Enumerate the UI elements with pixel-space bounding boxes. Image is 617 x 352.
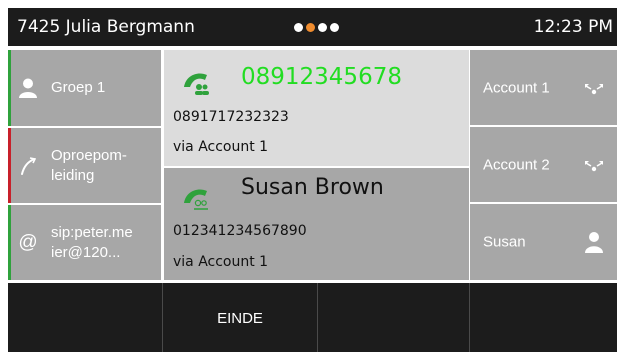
conference-icon [585,83,603,94]
label-line: Groep 1 [51,79,106,96]
line-key-label: Groep 1 [51,78,105,98]
call-item-active[interactable]: 08912345678 0891717232323 via Account 1 [164,50,469,166]
account-key-2[interactable]: Account 2 [470,127,617,202]
page-dot[interactable] [330,23,339,32]
softkey-bar: EINDE [8,283,617,352]
caller-number: 0891717232323 [173,109,289,125]
account-label: Account 2 [483,156,550,173]
status-bar: 7425 Julia Bergmann 12:23 PM [8,8,617,46]
call-item-held[interactable]: Susan Brown 012341234567890 via Account … [164,168,469,280]
page-dot[interactable] [294,23,303,32]
clock: 12:23 PM [533,17,613,37]
contact-label: Susan [483,233,526,251]
call-account: via Account 1 [173,254,269,270]
line-key-label: Oproepom- leiding [51,146,127,186]
at-icon: @ [18,231,38,253]
label-line: Oproepom- [51,146,127,164]
held-call-icon [184,189,208,210]
line-key-call-forwarding[interactable]: Oproepom- leiding [8,128,161,203]
end-call-button[interactable]: EINDE [163,283,318,352]
contact-key-susan[interactable]: Susan [470,204,617,280]
label-line: leiding [51,166,95,184]
user-label: 7425 Julia Bergmann [17,17,195,37]
call-forward-icon [19,155,37,177]
phone-screen: 7425 Julia Bergmann 12:23 PM Groep 1 Opr… [0,0,617,352]
conference-icon [585,160,603,171]
softkey-3[interactable] [318,283,470,352]
page-indicator [294,23,342,32]
caller-name: 08912345678 [241,64,402,90]
line-key-label: sip:peter.me ier@120... [51,223,133,263]
person-icon [585,232,603,253]
caller-name: Susan Brown [241,175,384,200]
label-line: ier@120... [51,243,121,261]
active-call-icon [184,73,209,95]
call-account: via Account 1 [173,139,269,155]
page-dot-active[interactable] [306,23,315,32]
line-key-groep-1[interactable]: Groep 1 [8,50,161,126]
account-label: Account 1 [483,79,550,96]
label-line: sip:peter.me [51,223,133,241]
person-icon [19,77,37,99]
caller-number: 012341234567890 [173,223,307,239]
line-key-sip-contact[interactable]: @ sip:peter.me ier@120... [8,205,161,280]
softkey-4[interactable] [470,283,617,352]
account-key-1[interactable]: Account 1 [470,50,617,125]
softkey-1[interactable] [8,283,163,352]
page-dot[interactable] [318,23,327,32]
